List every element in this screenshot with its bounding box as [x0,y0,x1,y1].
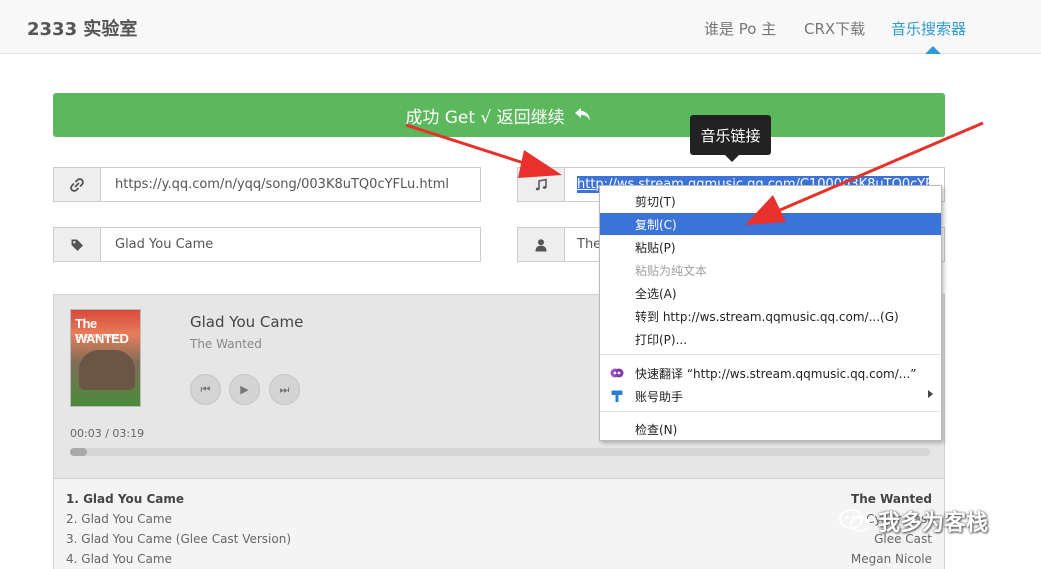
menu-item-select-all[interactable]: 全选(A) [600,282,941,304]
next-button[interactable]: ⏭ [269,374,300,405]
song-url-group: https://y.qq.com/n/yqq/song/003K8uTQ0cYF… [53,167,481,202]
playlist-item[interactable]: 2. Glad You Came Cyber Cast [66,512,932,532]
menu-item-paste-plain: 粘贴为纯文本 [635,263,708,278]
play-icon: ▶ [240,383,249,396]
tooltip-arrow [725,155,739,162]
previous-icon: ⏮ [200,382,211,396]
menu-item-inspect[interactable]: 检查(N) [600,418,941,440]
cover-photo [79,350,135,390]
success-back-button[interactable]: 成功 Get √ 返回继续 [53,93,945,137]
progress-fill [70,448,88,456]
playlist-item-title: 4. Glad You Came [66,552,172,566]
success-label: 成功 Get √ 返回继续 [405,107,565,128]
menu-item-quick-translate[interactable]: 快速翻译 “http://ws.stream.qqmusic.qq.com/..… [600,362,941,384]
account-helper-label: 账号助手 [635,389,684,404]
cover-subtitle: GLAD YOU CAME [77,334,119,340]
song-name-input[interactable]: Glad You Came [101,228,480,261]
site-brand[interactable]: 2333 实验室 [27,15,137,41]
menu-item-paste[interactable]: 粘贴(P) [600,236,941,258]
menu-item-print[interactable]: 打印(P)... [600,328,941,350]
progress-bar[interactable] [70,448,930,456]
song-url-input[interactable]: https://y.qq.com/n/yqq/song/003K8uTQ0cYF… [101,168,480,201]
play-button[interactable]: ▶ [229,374,260,405]
playlist-item-artist: The Wanted [851,492,932,506]
return-arrow-icon [574,108,590,121]
previous-button[interactable]: ⏮ [190,374,221,405]
music-note-icon [518,168,565,201]
quick-translate-label: 快速翻译 “http://ws.stream.qqmusic.qq.com/..… [635,366,917,381]
music-link-tooltip: 音乐链接 [690,115,771,155]
next-icon: ⏭ [279,382,290,396]
active-nav-indicator [925,46,941,54]
album-cover: The WANTED GLAD YOU CAME [70,309,141,407]
submenu-arrow-icon [928,390,933,398]
playlist-item[interactable]: 1. Glad You Came The Wanted [66,492,932,512]
menu-item-account-helper[interactable]: 账号助手 [600,385,941,407]
playlist-item-artist: Megan Nicole [850,552,932,566]
account-helper-icon [611,390,623,402]
menu-item-go-to[interactable]: 转到 http://ws.stream.qqmusic.qq.com/...(G… [600,305,941,327]
song-name-group: Glad You Came [53,227,481,262]
player-song-title: Glad You Came [190,313,304,331]
player-song-artist: The Wanted [190,337,262,351]
wechat-icon [839,509,870,532]
playback-time: 00:03 / 03:19 [70,427,145,440]
playlist-item-title: 2. Glad You Came [66,512,172,526]
tag-icon [54,228,101,261]
watermark-text: 我多为客栈 [878,511,989,536]
top-navbar: 2333 实验室 谁是 Po 主 CRX下载 音乐搜索器 [0,0,1041,54]
menu-separator [600,411,941,412]
menu-separator [600,354,941,355]
user-icon [518,228,565,261]
menu-item-copy[interactable]: 复制(C) [600,213,941,235]
playlist: 1. Glad You Came The Wanted 2. Glad You … [53,479,945,569]
playlist-item[interactable]: 4. Glad You Came Megan Nicole [66,552,932,569]
nav-item-crx-download[interactable]: CRX下载 [804,18,865,39]
link-icon [54,168,101,201]
playlist-item-title: 1. Glad You Came [66,492,185,506]
nav-item-music-search[interactable]: 音乐搜索器 [891,18,966,39]
watermark: 我多为客栈 [838,505,988,537]
playlist-item[interactable]: 3. Glad You Came (Glee Cast Version) Gle… [66,532,932,552]
translate-icon [610,368,624,378]
playlist-item-title: 3. Glad You Came (Glee Cast Version) [66,532,292,546]
cover-band-name: The WANTED [75,316,129,346]
nav-item-po-owner[interactable]: 谁是 Po 主 [704,18,776,39]
menu-item-cut[interactable]: 剪切(T) [600,190,941,212]
context-menu: 剪切(T) 复制(C) 粘贴(P) 粘贴为纯文本 全选(A) 转到 http:/… [599,185,942,441]
